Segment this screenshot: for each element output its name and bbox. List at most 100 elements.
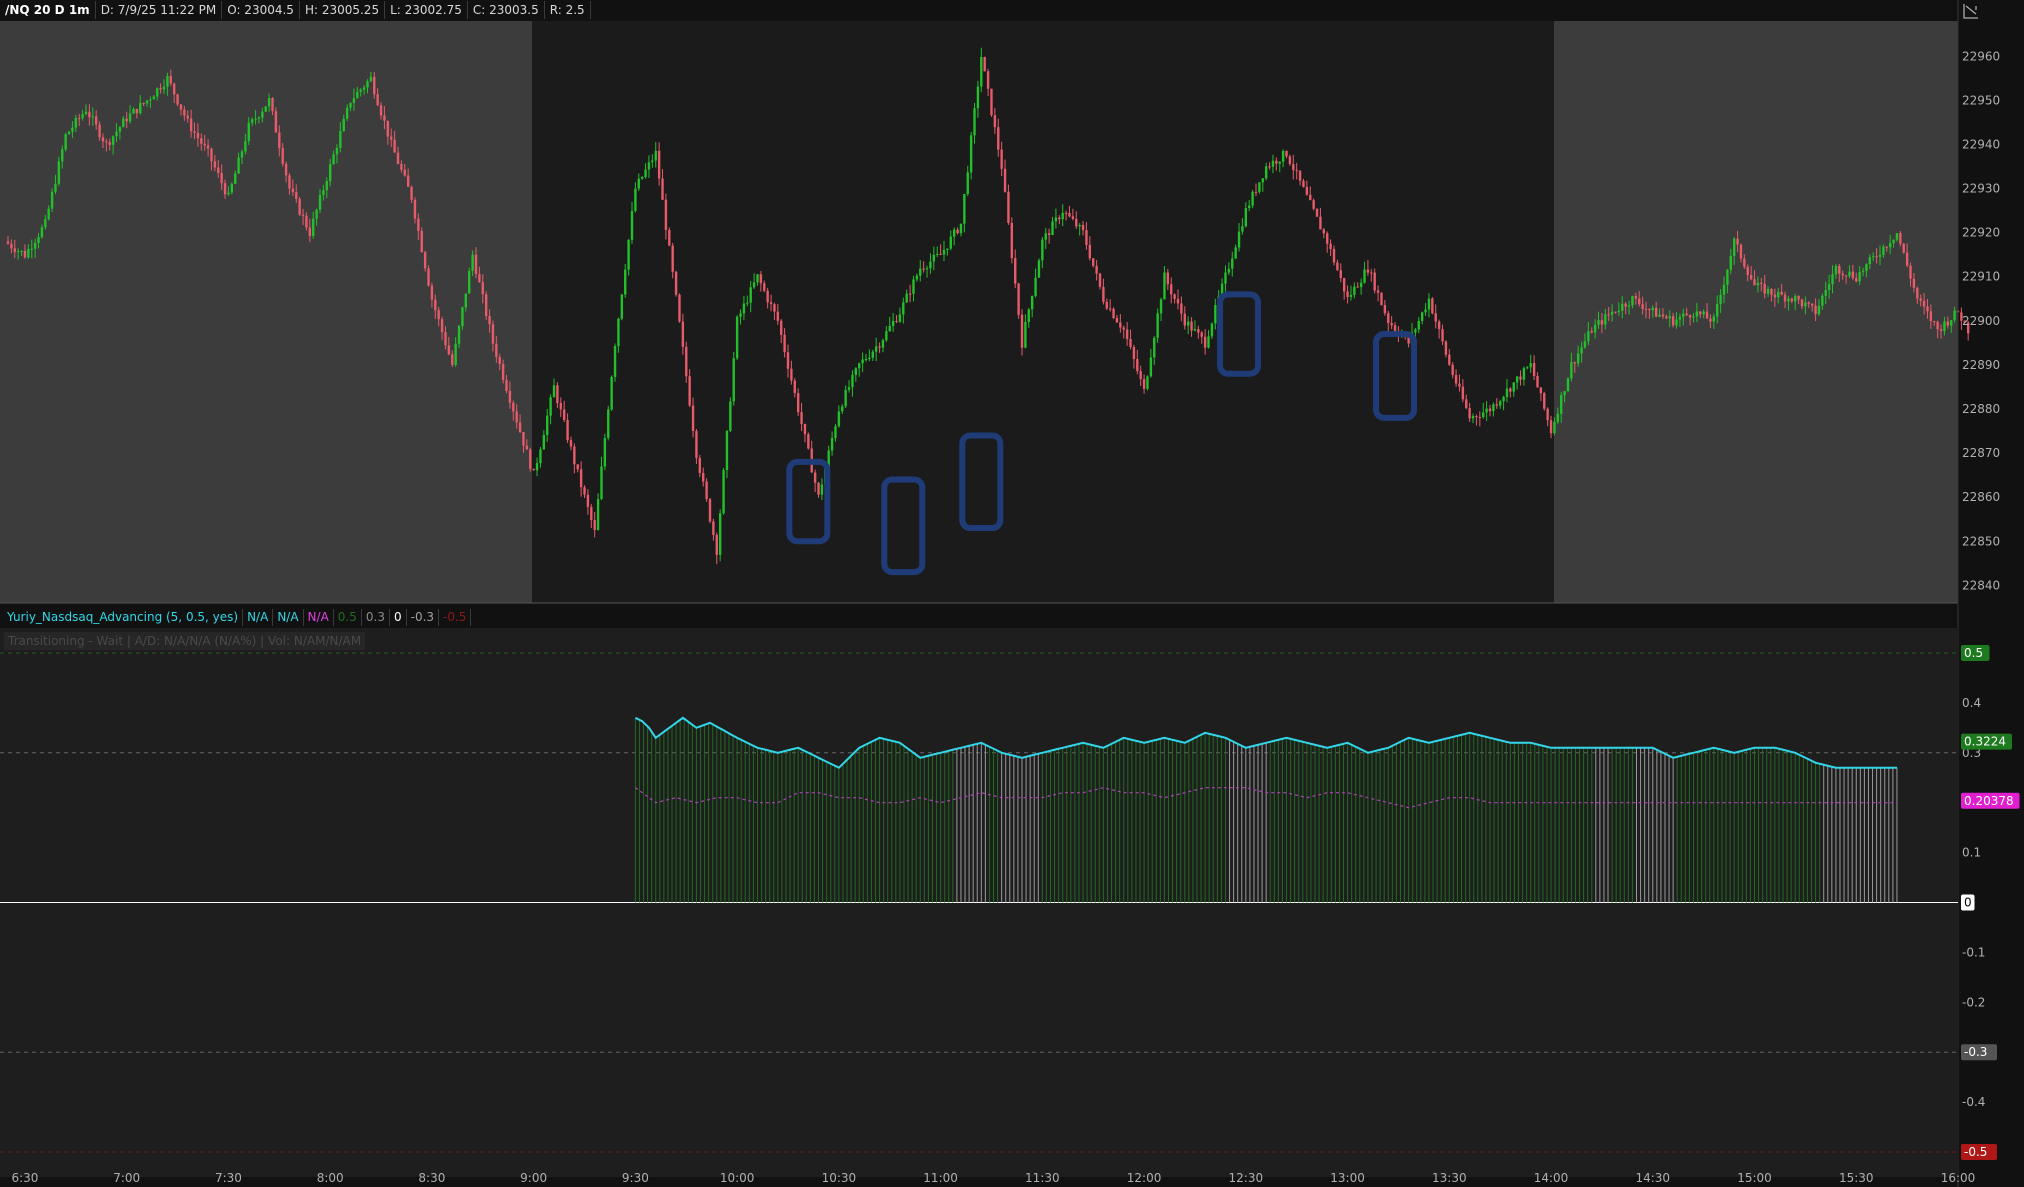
indicator-badge: -0.3 — [1961, 1044, 1997, 1061]
candle — [1902, 243, 1905, 254]
candle — [613, 343, 617, 382]
price-tick-label: 22850 — [1962, 534, 2000, 548]
candle — [1251, 189, 1254, 209]
candle — [1037, 258, 1041, 278]
candle — [1380, 292, 1383, 306]
svg-text:-0.5: -0.5 — [1964, 1145, 1987, 1159]
indicator-name[interactable]: Yuriy_Nasdsaq_Advancing (5, 0.5, yes) — [3, 608, 244, 626]
time-tick-label: 9:00 — [520, 1171, 547, 1185]
candle — [990, 88, 993, 117]
time-tick-label: 13:00 — [1330, 1171, 1365, 1185]
candle — [729, 397, 732, 432]
indicator-tick-label: 0.4 — [1962, 696, 1981, 710]
indicator-value-7: -0.5 — [439, 608, 472, 626]
time-tick-label: 8:30 — [418, 1171, 445, 1185]
svg-text:0.3224: 0.3224 — [1964, 735, 2006, 749]
indicator-tick-label: -0.4 — [1962, 1095, 1985, 1109]
price-tick-label: 22890 — [1962, 358, 2000, 372]
price-tick-label: 22870 — [1962, 446, 2000, 460]
chart-settings-icon[interactable] — [1962, 2, 1980, 20]
indicator-tick-label: -0.2 — [1962, 995, 1985, 1009]
candle — [620, 293, 624, 321]
candle — [484, 291, 488, 320]
time-tick-label: 7:30 — [215, 1171, 242, 1185]
price-tick-label: 22930 — [1962, 182, 2000, 196]
date-label: D: 7/9/25 11:22 PM — [96, 1, 223, 19]
time-tick-label: 13:30 — [1432, 1171, 1467, 1185]
indicator-status: Transitioning - Wait | A/D: N/A/N/A (N/A… — [4, 632, 366, 650]
candle — [1010, 217, 1014, 264]
chart-canvas[interactable]: 22960 22950 22940 22930 22920 22910 22900 22890… — [0, 0, 2024, 1187]
low-label: L: 23002.75 — [385, 1, 468, 19]
candle — [64, 132, 67, 152]
candle — [678, 293, 681, 323]
candle — [1312, 198, 1315, 211]
candle — [1146, 375, 1149, 391]
time-tick-label: 11:30 — [1025, 1171, 1060, 1185]
price-tick-label: 22940 — [1962, 137, 2000, 151]
candle — [983, 56, 986, 72]
candle — [603, 433, 607, 471]
candle — [264, 106, 267, 113]
candle — [735, 315, 739, 361]
price-tick-label: 22900 — [1962, 314, 2000, 328]
candle — [607, 405, 610, 441]
price-tick-label: 22840 — [1962, 578, 2000, 592]
candle — [705, 478, 708, 502]
time-tick-label: 16:00 — [1941, 1171, 1976, 1185]
indicator-badge: 0 — [1961, 894, 1975, 911]
range-label: R: 2.5 — [545, 1, 591, 19]
indicator-header: Yuriy_Nasdsaq_Advancing (5, 0.5, yes) N/… — [3, 608, 472, 626]
indicator-value-2: N/A — [304, 608, 334, 626]
candle — [1566, 377, 1570, 392]
time-tick-label: 11:00 — [923, 1171, 958, 1185]
indicator-value-6: -0.3 — [407, 608, 440, 626]
price-tick-label: 22880 — [1962, 402, 2000, 416]
candle — [274, 107, 278, 133]
candle — [1431, 296, 1434, 315]
time-tick-label: 7:00 — [113, 1171, 140, 1185]
candle — [668, 227, 671, 247]
price-tick-label: 22910 — [1962, 270, 2000, 284]
indicator-badge: 0.20378 — [1961, 792, 2020, 809]
time-tick-label: 15:00 — [1737, 1171, 1772, 1185]
time-tick-label: 10:00 — [720, 1171, 755, 1185]
candle — [674, 270, 678, 297]
candle — [1315, 208, 1319, 217]
svg-text:0.20378: 0.20378 — [1964, 794, 2014, 808]
symbol-label[interactable]: /NQ 20 D 1m — [0, 1, 96, 19]
indicator-tick-label: -0.1 — [1962, 945, 1985, 959]
svg-text:0: 0 — [1964, 896, 1972, 910]
time-tick-label: 9:30 — [622, 1171, 649, 1185]
time-tick-label: 15:30 — [1839, 1171, 1874, 1185]
candle — [420, 227, 423, 253]
indicator-value-5: 0 — [390, 608, 407, 626]
candle — [708, 497, 712, 524]
candle — [427, 265, 430, 287]
indicator-badge: 0.5 — [1961, 644, 1990, 661]
indicator-value-3: 0.5 — [334, 608, 362, 626]
high-label: H: 23005.25 — [300, 1, 386, 19]
candle — [468, 267, 471, 294]
candle — [969, 131, 973, 180]
price-tick-label: 22950 — [1962, 93, 2000, 107]
candle — [1156, 308, 1159, 343]
svg-text:0.5: 0.5 — [1964, 646, 1983, 660]
indicator-value-4: 0.3 — [362, 608, 390, 626]
open-label: O: 23004.5 — [222, 1, 300, 19]
candle — [529, 447, 532, 472]
candle — [1112, 307, 1115, 320]
indicator-badge: -0.5 — [1961, 1144, 1997, 1161]
candle — [176, 93, 179, 107]
time-tick-label: 10:30 — [822, 1171, 857, 1185]
candle — [807, 432, 810, 450]
candle — [298, 196, 301, 216]
indicator-value-1: N/A — [273, 608, 304, 626]
candle — [610, 375, 613, 411]
price-tick-label: 22960 — [1962, 49, 2000, 63]
candle — [718, 509, 722, 562]
time-tick-label: 14:30 — [1635, 1171, 1670, 1185]
indicator-tick-label: 0.1 — [1962, 846, 1981, 860]
indicator-value-0: N/A — [243, 608, 274, 626]
candle — [1543, 391, 1546, 411]
